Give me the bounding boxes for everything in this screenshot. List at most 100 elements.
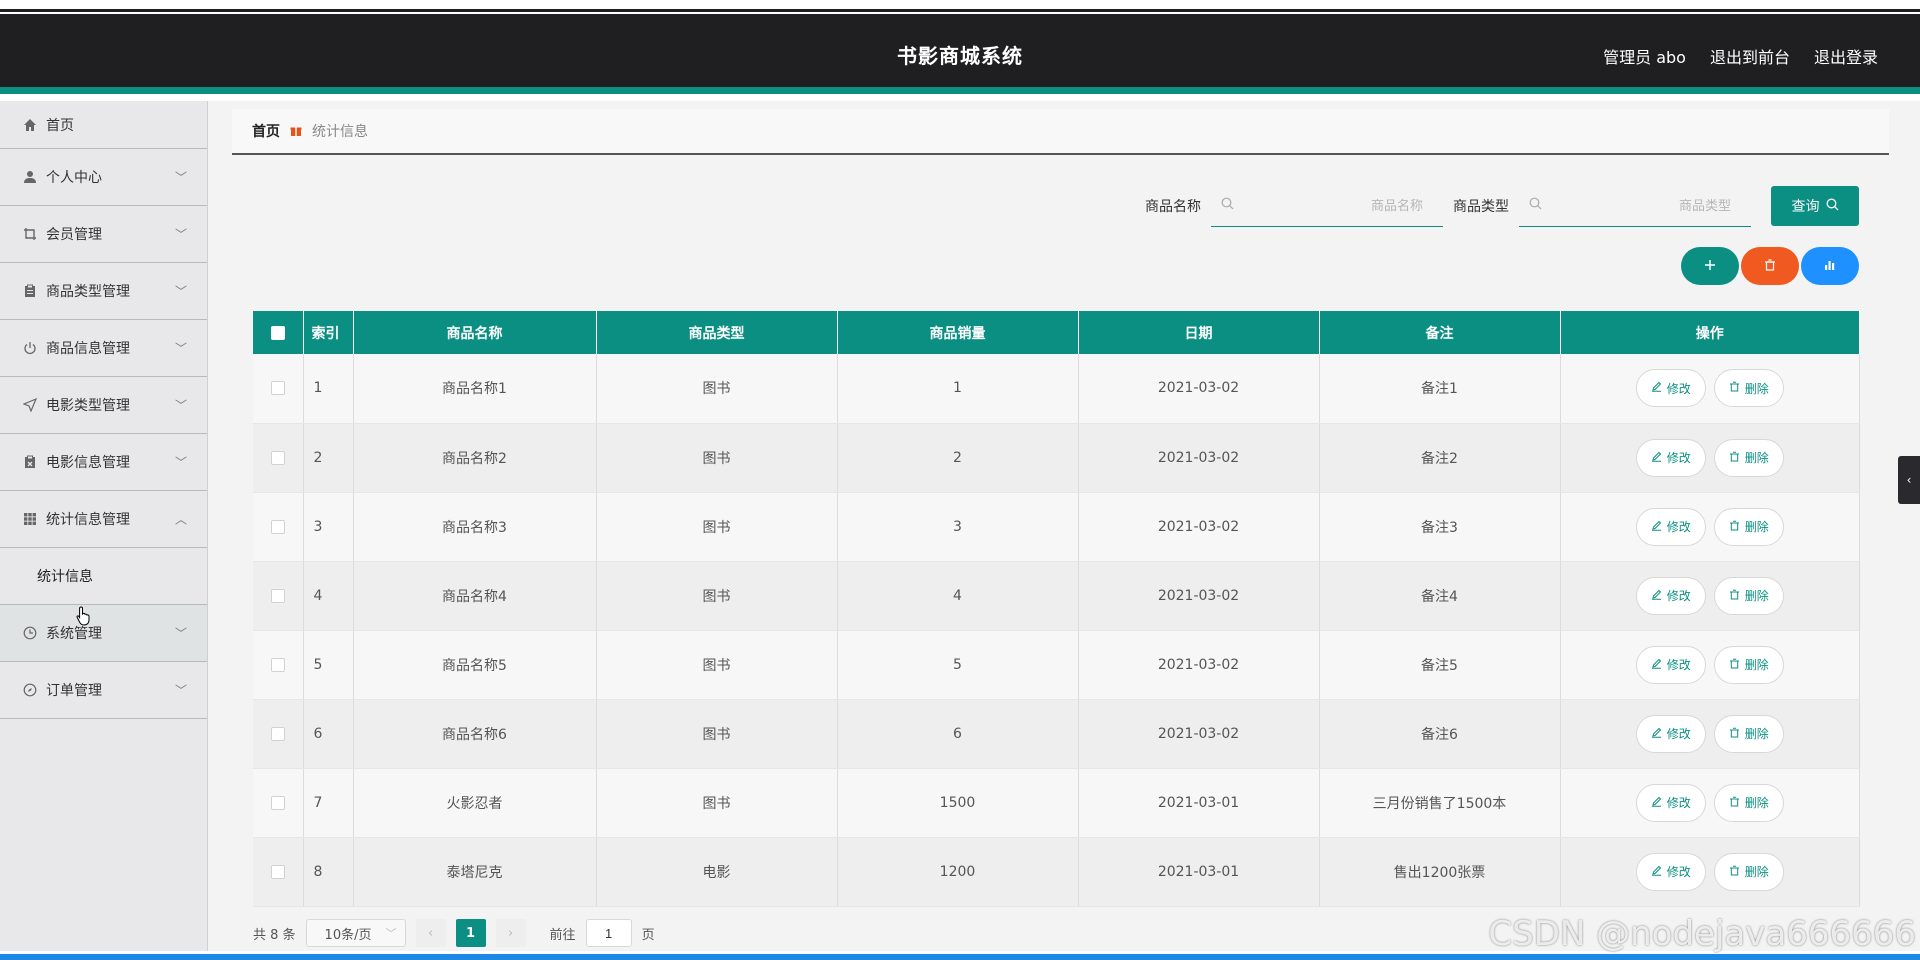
exit-to-front-link[interactable]: 退出到前台 xyxy=(1710,44,1790,68)
delete-button[interactable]: 删除 xyxy=(1713,714,1784,753)
table-row: 4 商品名称4 图书 4 2021-03-02 备注4 修改 删除 xyxy=(253,561,1860,631)
edit-button[interactable]: 修改 xyxy=(1635,507,1706,546)
sidebar-item-personal[interactable]: 个人中心 ﹀ xyxy=(0,149,207,206)
search-icon xyxy=(1221,197,1234,214)
row-checkbox[interactable] xyxy=(270,864,285,879)
edit-button[interactable]: 修改 xyxy=(1635,852,1706,891)
cell-sales: 4 xyxy=(837,561,1079,631)
sidebar-item-home[interactable]: 首页 xyxy=(0,101,207,149)
delete-button[interactable]: 删除 xyxy=(1713,507,1784,546)
sidebar-item-label: 订单管理 xyxy=(46,683,102,699)
product-name-input[interactable] xyxy=(1234,198,1423,213)
edit-button[interactable]: 修改 xyxy=(1635,645,1706,684)
chevron-down-icon: ﹀ xyxy=(174,227,187,242)
sidebar-item-product-types[interactable]: 商品类型管理 ﹀ xyxy=(0,263,207,320)
product-type-label: 商品类型 xyxy=(1453,199,1509,215)
statistics-chart-button[interactable] xyxy=(1801,247,1859,285)
edit-button[interactable]: 修改 xyxy=(1635,783,1706,822)
delete-button[interactable]: 删除 xyxy=(1713,852,1784,891)
trash-icon xyxy=(1764,258,1776,274)
page-size-select[interactable]: 10条/页 ﹀ xyxy=(305,919,406,947)
edit-icon xyxy=(1651,865,1662,879)
delete-button[interactable]: 删除 xyxy=(1713,438,1784,477)
search-icon xyxy=(1529,197,1542,214)
query-button-label: 查询 xyxy=(1791,198,1820,214)
delete-button[interactable]: 删除 xyxy=(1713,645,1784,684)
goto-page-input[interactable] xyxy=(585,919,632,947)
breadcrumb-current: 统计信息 xyxy=(312,124,368,140)
edit-button[interactable]: 修改 xyxy=(1635,576,1706,615)
edit-icon xyxy=(1651,589,1662,603)
add-button[interactable] xyxy=(1681,247,1739,285)
delete-button[interactable]: 删除 xyxy=(1713,369,1784,408)
sidebar-item-movie-info[interactable]: 电影信息管理 ﹀ xyxy=(0,434,207,491)
search-form: 商品名称 商品类型 查询 xyxy=(1145,185,1859,227)
cell-date: 2021-03-02 xyxy=(1078,492,1320,562)
chevron-down-icon: ﹀ xyxy=(174,683,187,698)
row-checkbox[interactable] xyxy=(270,450,285,465)
product-type-field xyxy=(1519,185,1751,227)
batch-delete-button[interactable] xyxy=(1741,247,1799,285)
cell-date: 2021-03-02 xyxy=(1078,630,1320,700)
row-checkbox[interactable] xyxy=(270,588,285,603)
cell-index: 3 xyxy=(303,492,354,562)
row-select-cell xyxy=(253,492,304,562)
main-area: 首页 统计信息 商品名称 商品类型 查询 xyxy=(208,101,1920,951)
select-all-checkbox[interactable] xyxy=(270,325,285,340)
trash-icon xyxy=(1729,520,1740,534)
collapse-panel-toggle[interactable]: ‹ xyxy=(1898,456,1920,504)
prev-page-button[interactable]: ‹ xyxy=(415,919,446,947)
breadcrumb-home[interactable]: 首页 xyxy=(252,121,280,141)
cell-actions: 修改 删除 xyxy=(1560,492,1860,562)
cell-actions: 修改 删除 xyxy=(1560,768,1860,838)
cell-actions: 修改 删除 xyxy=(1560,699,1860,769)
cell-date: 2021-03-01 xyxy=(1078,837,1320,907)
row-checkbox[interactable] xyxy=(270,381,285,396)
cell-actions: 修改 删除 xyxy=(1560,423,1860,493)
cell-index: 2 xyxy=(303,423,354,493)
row-checkbox[interactable] xyxy=(270,795,285,810)
cell-note: 备注6 xyxy=(1319,699,1561,769)
sidebar-item-label: 统计信息管理 xyxy=(46,512,130,528)
edit-button[interactable]: 修改 xyxy=(1635,369,1706,408)
delete-button[interactable]: 删除 xyxy=(1713,576,1784,615)
delete-button[interactable]: 删除 xyxy=(1713,783,1784,822)
clock-icon xyxy=(22,625,38,641)
chevron-down-icon: ﹀ xyxy=(174,341,187,356)
chevron-down-icon: ﹀ xyxy=(174,626,187,641)
sidebar-item-label: 系统管理 xyxy=(46,626,102,642)
cell-product-type: 图书 xyxy=(596,561,838,631)
sidebar-item-system[interactable]: 系统管理 ﹀ xyxy=(0,605,207,662)
sidebar-subitem-statistics[interactable]: 统计信息 xyxy=(0,548,207,605)
sidebar-item-members[interactable]: 会员管理 ﹀ xyxy=(0,206,207,263)
edit-button[interactable]: 修改 xyxy=(1635,714,1706,753)
sidebar-item-orders[interactable]: 订单管理 ﹀ xyxy=(0,662,207,719)
col-actions: 操作 xyxy=(1560,311,1860,354)
edit-button-label: 修改 xyxy=(1666,796,1691,810)
sidebar-item-movie-types[interactable]: 电影类型管理 ﹀ xyxy=(0,377,207,434)
home-icon xyxy=(22,117,38,133)
row-checkbox[interactable] xyxy=(270,657,285,672)
sidebar-item-statistics[interactable]: 统计信息管理 ︿ xyxy=(0,491,207,548)
cell-index: 7 xyxy=(303,768,354,838)
logout-link[interactable]: 退出登录 xyxy=(1814,44,1878,68)
next-page-button[interactable]: › xyxy=(495,919,526,947)
cell-note: 备注4 xyxy=(1319,561,1561,631)
cell-date: 2021-03-02 xyxy=(1078,561,1320,631)
cell-date: 2021-03-02 xyxy=(1078,423,1320,493)
row-checkbox[interactable] xyxy=(270,519,285,534)
edit-button[interactable]: 修改 xyxy=(1635,438,1706,477)
row-select-cell xyxy=(253,354,304,424)
delete-button-label: 删除 xyxy=(1744,727,1769,741)
query-button[interactable]: 查询 xyxy=(1771,186,1859,226)
product-type-input[interactable] xyxy=(1542,198,1731,213)
row-checkbox[interactable] xyxy=(270,726,285,741)
trash-icon xyxy=(1729,727,1740,741)
delete-button-label: 删除 xyxy=(1744,865,1769,879)
cell-product-name: 火影忍者 xyxy=(353,768,597,838)
page-number-current[interactable]: 1 xyxy=(455,919,486,947)
gift-icon xyxy=(290,125,302,137)
sidebar-item-product-info[interactable]: 商品信息管理 ﹀ xyxy=(0,320,207,377)
cell-index: 1 xyxy=(303,354,354,424)
grid-icon xyxy=(22,511,38,527)
